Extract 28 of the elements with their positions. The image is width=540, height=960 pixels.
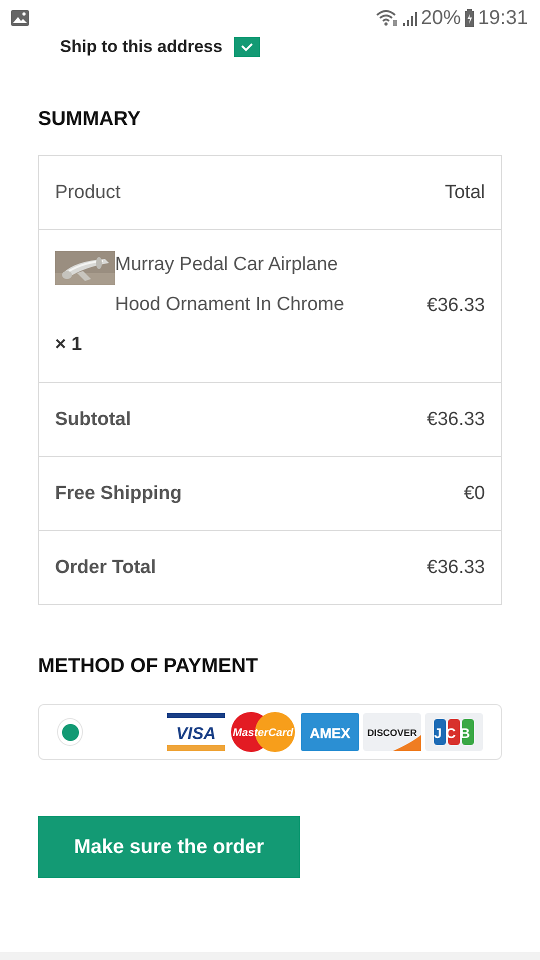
total-label: Free Shipping [55, 482, 182, 504]
visa-logo: VISA [167, 713, 225, 751]
payment-radio[interactable] [57, 718, 83, 746]
ship-to-address-checkbox[interactable] [234, 37, 260, 57]
battery-percent: 20% [420, 6, 461, 30]
signal-icon [402, 9, 418, 27]
amex-logo: AMEX [301, 713, 359, 751]
product-quantity: × 1 [55, 332, 83, 356]
gallery-icon [10, 9, 30, 27]
ship-to-address-label: Ship to this address [60, 37, 222, 57]
check-icon [240, 42, 254, 52]
payment-heading: METHOD OF PAYMENT [38, 655, 260, 678]
total-label: Order Total [55, 556, 156, 578]
discover-logo: DISCOVER [363, 713, 421, 751]
table-header: Total [444, 182, 485, 204]
clock-time: 19:31 [478, 6, 528, 30]
total-value: €36.33 [426, 556, 485, 578]
product-name: Murray Pedal Car Airplane Hood Ornament In Chrome [115, 252, 346, 316]
table-header: Product [55, 182, 120, 204]
product-total: €36.33 [426, 295, 485, 317]
total-value: €36.33 [426, 408, 485, 430]
total-value: €0 [464, 482, 485, 504]
wifi-icon [374, 9, 399, 27]
summary-heading: SUMMARY [38, 108, 142, 131]
total-label: Subtotal [55, 408, 131, 430]
jcb-logo: JCB [425, 713, 483, 751]
submit-order-button[interactable]: Make sure the order [38, 816, 300, 878]
battery-icon [464, 8, 475, 28]
